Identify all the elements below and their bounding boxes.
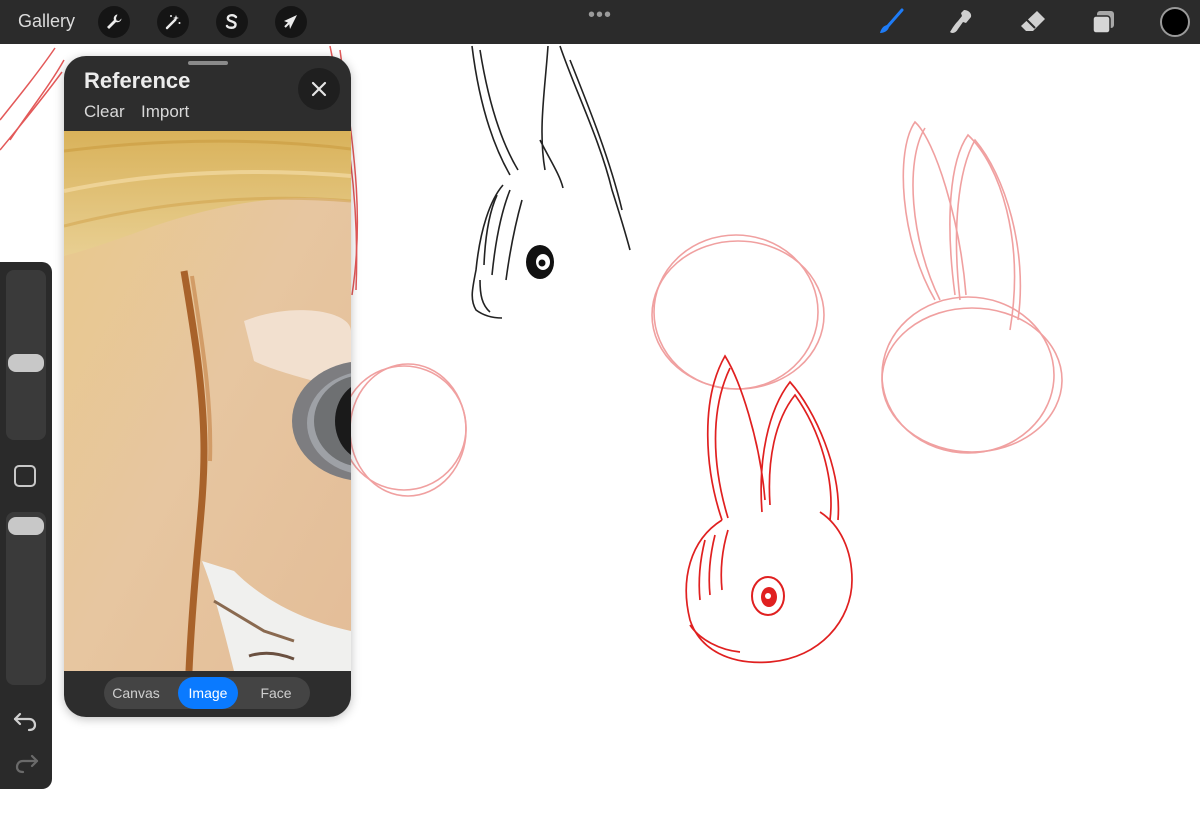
smudge-tool-button[interactable] xyxy=(945,6,977,38)
smudge-icon xyxy=(950,10,972,33)
red-bunny-eye xyxy=(751,576,785,616)
redo-button[interactable] xyxy=(12,750,40,774)
brush-tool-button[interactable] xyxy=(874,6,906,38)
brush-icon xyxy=(880,8,904,33)
arrow-cursor-icon xyxy=(284,15,297,29)
black-bunny-eye xyxy=(526,245,554,279)
transform-button[interactable] xyxy=(275,6,307,38)
adjustments-button[interactable] xyxy=(157,6,189,38)
undo-button[interactable] xyxy=(12,708,40,732)
pink-construction-sketches xyxy=(341,120,1063,497)
brush-size-slider[interactable] xyxy=(6,270,46,440)
brush-size-thumb[interactable] xyxy=(8,354,44,372)
eraser-icon xyxy=(1021,11,1045,31)
selection-button[interactable] xyxy=(216,6,248,38)
undo-icon xyxy=(13,712,37,732)
reference-mode-tabs: Canvas Image Face xyxy=(104,677,310,709)
left-sidebar xyxy=(0,262,52,789)
tab-canvas[interactable]: Canvas xyxy=(104,677,168,709)
color-button[interactable] xyxy=(1160,7,1190,37)
selection-s-icon xyxy=(225,14,238,29)
redo-icon xyxy=(15,754,39,774)
black-bunny-sketch xyxy=(471,45,631,319)
reference-import-button[interactable]: Import xyxy=(141,102,189,122)
layers-button[interactable] xyxy=(1088,6,1120,38)
layers-icon xyxy=(1092,11,1114,34)
magic-wand-icon xyxy=(165,15,181,30)
red-bunny-sketch xyxy=(685,354,853,664)
close-icon xyxy=(311,81,327,97)
opacity-slider[interactable] xyxy=(6,512,46,685)
actions-button[interactable] xyxy=(98,6,130,38)
reference-image[interactable] xyxy=(64,131,351,671)
tab-face[interactable]: Face xyxy=(244,677,308,709)
wrench-icon xyxy=(107,14,122,29)
reference-clear-button[interactable]: Clear xyxy=(84,102,125,122)
reference-close-button[interactable] xyxy=(298,68,340,110)
top-toolbar: Gallery ••• xyxy=(0,0,1200,44)
reference-title: Reference xyxy=(84,68,191,93)
more-options-button[interactable]: ••• xyxy=(588,4,612,27)
gallery-button[interactable]: Gallery xyxy=(18,11,75,32)
opacity-thumb[interactable] xyxy=(8,517,44,535)
tab-image[interactable]: Image xyxy=(178,677,238,709)
reference-drag-handle[interactable] xyxy=(188,61,228,65)
square-modify-icon[interactable] xyxy=(14,465,36,487)
reference-window[interactable]: Reference Clear Import Canvas Image Face xyxy=(64,56,351,717)
eraser-tool-button[interactable] xyxy=(1017,6,1049,38)
